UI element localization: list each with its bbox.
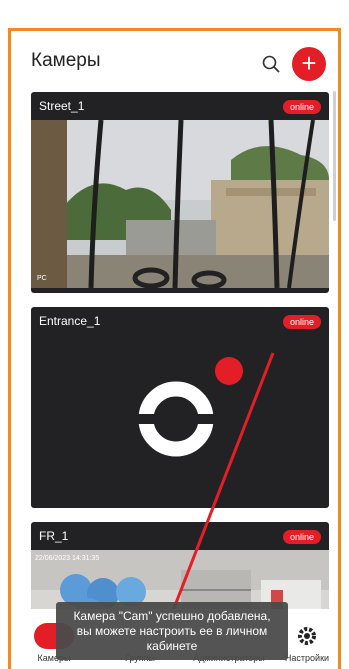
camera-card-header: Entrance_1 online (31, 307, 329, 335)
scrollbar[interactable] (333, 91, 336, 221)
search-icon[interactable] (262, 55, 280, 73)
camera-overlay-text: PC (37, 275, 47, 282)
camera-name: FR_1 (39, 529, 69, 543)
camera-placeholder-logo[interactable] (31, 335, 329, 503)
toast-notification: Камера "Cam" успешно добавлена, вы может… (56, 602, 288, 660)
toast-line: Камера "Cam" успешно добавлена, (73, 609, 271, 623)
camera-timestamp: 22/06/2023 14:31:35 (35, 555, 99, 562)
camera-preview-image[interactable]: PC (31, 119, 329, 290)
gear-icon (298, 627, 316, 645)
add-camera-button[interactable]: + (292, 47, 326, 81)
camera-card-entrance[interactable]: Entrance_1 online (31, 307, 329, 508)
app-header: Камеры + (31, 47, 326, 87)
camera-name: Street_1 (39, 99, 85, 113)
toast-line: кабинете (146, 639, 198, 653)
camera-card-header: FR_1 online (31, 522, 329, 550)
camera-name: Entrance_1 (39, 314, 101, 328)
camera-card-header: Street_1 online (31, 92, 329, 120)
status-badge: online (282, 100, 321, 114)
toast-line: вы можете настроить ее в личном (76, 624, 268, 638)
status-badge: online (282, 315, 321, 329)
page-title: Камеры (31, 50, 101, 71)
nav-item-label: Настройки (284, 653, 330, 663)
camera-card-street[interactable]: Street_1 online PC (31, 92, 329, 293)
status-badge: online (282, 530, 321, 544)
phone-frame: Камеры + Street_1 online PC Entrance_1 o… (8, 28, 341, 669)
